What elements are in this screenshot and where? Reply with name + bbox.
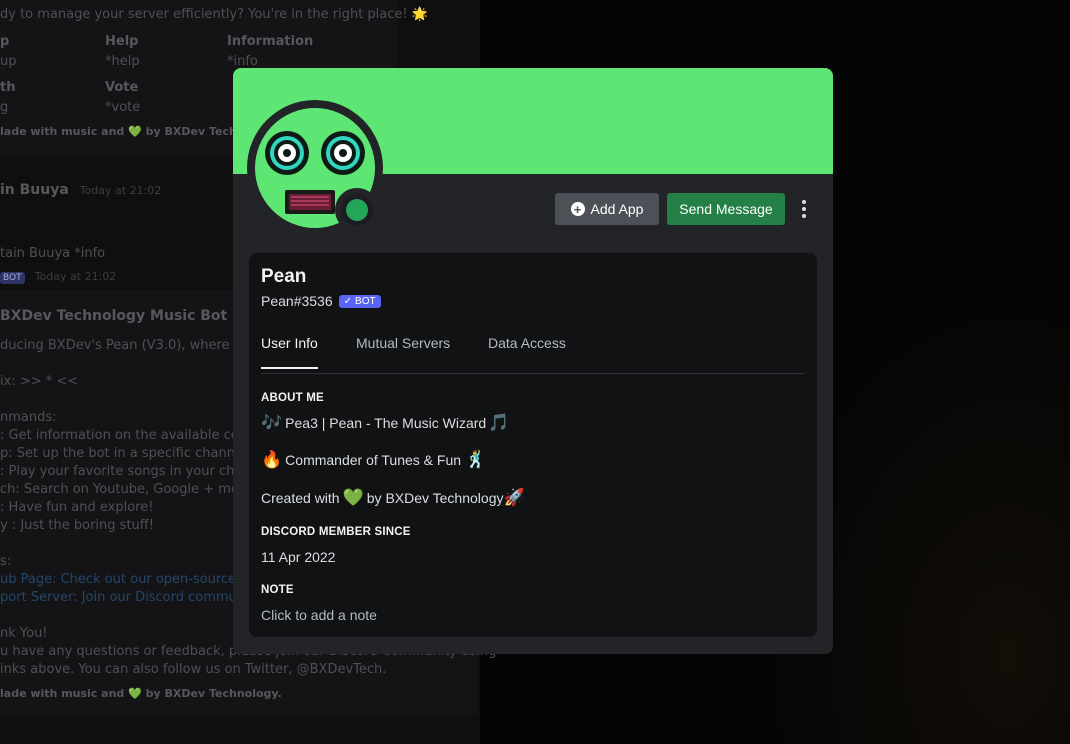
bg-embed-line: nk You! (0, 626, 48, 641)
bg-reply-line: tain Buuya *info (0, 246, 106, 261)
bg-table-cell: *help (105, 54, 140, 69)
bot-badge-label: BOT (355, 295, 376, 307)
add-app-label: Add App (590, 201, 644, 217)
bg-embed-link[interactable]: port Server: Join our Discord community (0, 590, 261, 605)
rocket-icon: 🚀 (503, 488, 525, 507)
bg-timestamp: Today at 21:02 (79, 184, 162, 197)
bg-embed-line: p: Set up the bot in a specific channel … (0, 446, 256, 461)
username: Pean#3536 (261, 293, 333, 309)
about-line-3: Created with 💚 by BXDev Technology 🚀 (261, 489, 525, 506)
bg-table-cell: *info (227, 54, 258, 69)
online-status-indicator (335, 188, 379, 232)
profile-tabs: User Info Mutual Servers Data Access (261, 333, 805, 374)
tab-user-info[interactable]: User Info (261, 335, 318, 369)
about-text: Commander of Tunes & Fun (285, 451, 462, 468)
bg-embed-title[interactable]: BXDev Technology Music Bot - Pe (0, 308, 263, 324)
add-app-button[interactable]: + Add App (555, 193, 659, 225)
bg-table-col1: p (0, 34, 10, 49)
bg-embed-line: : Play your favorite songs in your chann… (0, 464, 267, 479)
fire-icon: 🔥 (261, 450, 283, 469)
note-heading: NOTE (261, 584, 294, 596)
bg-embed-footer: lade with music and 💚 by BXDev Technolog… (0, 687, 282, 700)
tab-mutual-servers[interactable]: Mutual Servers (356, 335, 450, 367)
about-line-2: 🔥 Commander of Tunes & Fun 🕺 (261, 451, 486, 468)
username-row: Pean#3536 ✓ BOT (261, 293, 381, 309)
about-line-1: 🎶 Pea3 | Pean - The Music Wizard 🎵 (261, 414, 509, 431)
about-text: Pea3 | Pean - The Music Wizard (285, 414, 487, 431)
bot-badge: ✓ BOT (338, 294, 381, 308)
bg-embed-line: : Get information on the available comm (0, 428, 265, 443)
bg-table-cell: *vote (105, 100, 141, 115)
tab-data-access[interactable]: Data Access (488, 335, 566, 367)
bg-table-header: Vote (105, 80, 139, 95)
profile-info-card: Pean Pean#3536 ✓ BOT User Info Mutual Se… (249, 253, 817, 637)
bg-table-col1: th (0, 80, 16, 95)
bg-embed-line: ducing BXDev's Pean (V3.0), where we b (0, 338, 265, 353)
bg-table-col1: up (0, 54, 17, 69)
bg-table-header: Information (227, 34, 314, 49)
musical-note-icon: 🎵 (488, 413, 510, 432)
bg-embed-line: ch: Search on Youtube, Google + more r (0, 482, 262, 497)
bg-embed-line: ix: >> * << (0, 374, 79, 389)
bg-author-name[interactable]: in Buuya Today at 21:02 (0, 182, 161, 198)
note-input[interactable]: Click to add a note (261, 607, 377, 623)
avatar-frame[interactable] (247, 100, 383, 236)
send-message-label: Send Message (679, 201, 773, 217)
about-text: by BXDev Technology (366, 489, 504, 506)
member-since-date: 11 Apr 2022 (261, 549, 336, 565)
about-text: Created with (261, 489, 340, 506)
profile-popout: + Add App Send Message Pean Pean#3536 ✓ … (233, 68, 833, 654)
bg-embed-line: inks above. You can also follow us on Tw… (0, 662, 387, 677)
bg-embed-line: s: (0, 554, 12, 569)
green-heart-icon: 💚 (342, 488, 364, 507)
bg-table-header: Help (105, 34, 139, 49)
bg-embed-line: y : Just the boring stuff! (0, 518, 154, 533)
bg-embed-line: nmands: (0, 410, 57, 425)
bg-table-col1: g (0, 100, 9, 115)
more-vertical-icon[interactable] (797, 198, 811, 220)
about-me-heading: ABOUT ME (261, 392, 324, 404)
bg-embed-link[interactable]: ub Page: Check out our open-source pr (0, 572, 254, 587)
bg-timestamp: Today at 21:02 (34, 270, 117, 283)
checkmark-icon: ✓ (343, 295, 353, 307)
dancer-icon: 🕺 (465, 450, 487, 469)
send-message-button[interactable]: Send Message (667, 193, 785, 225)
add-circle-icon: + (570, 202, 585, 216)
bg-bot-line: BOT Today at 21:02 (0, 269, 116, 284)
musical-notes-icon: 🎶 (261, 413, 283, 432)
bg-intro-line: dy to manage your server efficiently? Yo… (0, 7, 428, 22)
member-since-heading: DISCORD MEMBER SINCE (261, 526, 411, 538)
bg-embed-line: : Have fun and explore! (0, 500, 154, 515)
display-name: Pean (261, 266, 307, 287)
bg-bot-badge: BOT (0, 272, 25, 284)
